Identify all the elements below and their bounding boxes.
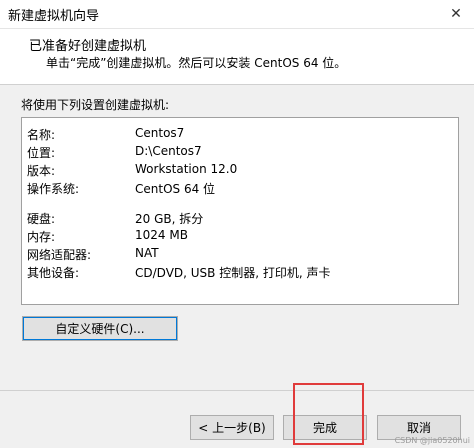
summary-row-devices: 其他设备: CD/DVD, USB 控制器, 打印机, 声卡 (22, 264, 458, 282)
row-key: 内存: (27, 230, 56, 244)
row-key: 其他设备: (27, 266, 80, 280)
row-value: CD/DVD, USB 控制器, 打印机, 声卡 (135, 266, 331, 280)
row-value: CentOS 64 位 (135, 182, 216, 196)
summary-row-name: 名称: Centos7 (22, 126, 458, 144)
back-button[interactable]: < 上一步(B) (190, 415, 274, 440)
row-key: 硬盘: (27, 212, 56, 226)
row-value: Centos7 (135, 126, 185, 140)
summary-label: 将使用下列设置创建虚拟机: (21, 98, 170, 112)
row-value: NAT (135, 246, 159, 260)
row-key: 名称: (27, 128, 56, 142)
row-key: 位置: (27, 146, 56, 160)
row-key: 网络适配器: (27, 248, 92, 262)
window-title: 新建虚拟机向导 (8, 9, 100, 24)
summary-row-disk: 硬盘: 20 GB, 拆分 (22, 210, 458, 228)
wizard-header: 已准备好创建虚拟机 单击“完成”创建虚拟机。然后可以安装 CentOS 64 位… (0, 29, 474, 85)
row-key: 版本: (27, 164, 56, 178)
close-icon: ✕ (450, 6, 462, 22)
watermark: CSDN @jia0520hui (394, 436, 470, 445)
page-title: 已准备好创建虚拟机 (29, 39, 147, 54)
customize-hardware-button[interactable]: 自定义硬件(C)... (22, 316, 178, 341)
summary-row-memory: 内存: 1024 MB (22, 228, 458, 246)
summary-row-os: 操作系统: CentOS 64 位 (22, 180, 458, 198)
summary-row-version: 版本: Workstation 12.0 (22, 162, 458, 180)
finish-button[interactable]: 完成 (283, 415, 367, 440)
settings-summary: 名称: Centos7 位置: D:\Centos7 版本: Workstati… (21, 117, 459, 305)
close-button[interactable]: ✕ (438, 0, 474, 28)
page-subtitle: 单击“完成”创建虚拟机。然后可以安装 CentOS 64 位。 (46, 56, 347, 70)
summary-row-location: 位置: D:\Centos7 (22, 144, 458, 162)
row-value: 1024 MB (135, 228, 188, 242)
row-value: D:\Centos7 (135, 144, 202, 158)
title-bar: 新建虚拟机向导 ✕ (0, 0, 474, 29)
row-value: Workstation 12.0 (135, 162, 238, 176)
row-value: 20 GB, 拆分 (135, 212, 204, 226)
summary-row-network: 网络适配器: NAT (22, 246, 458, 264)
row-key: 操作系统: (27, 182, 80, 196)
